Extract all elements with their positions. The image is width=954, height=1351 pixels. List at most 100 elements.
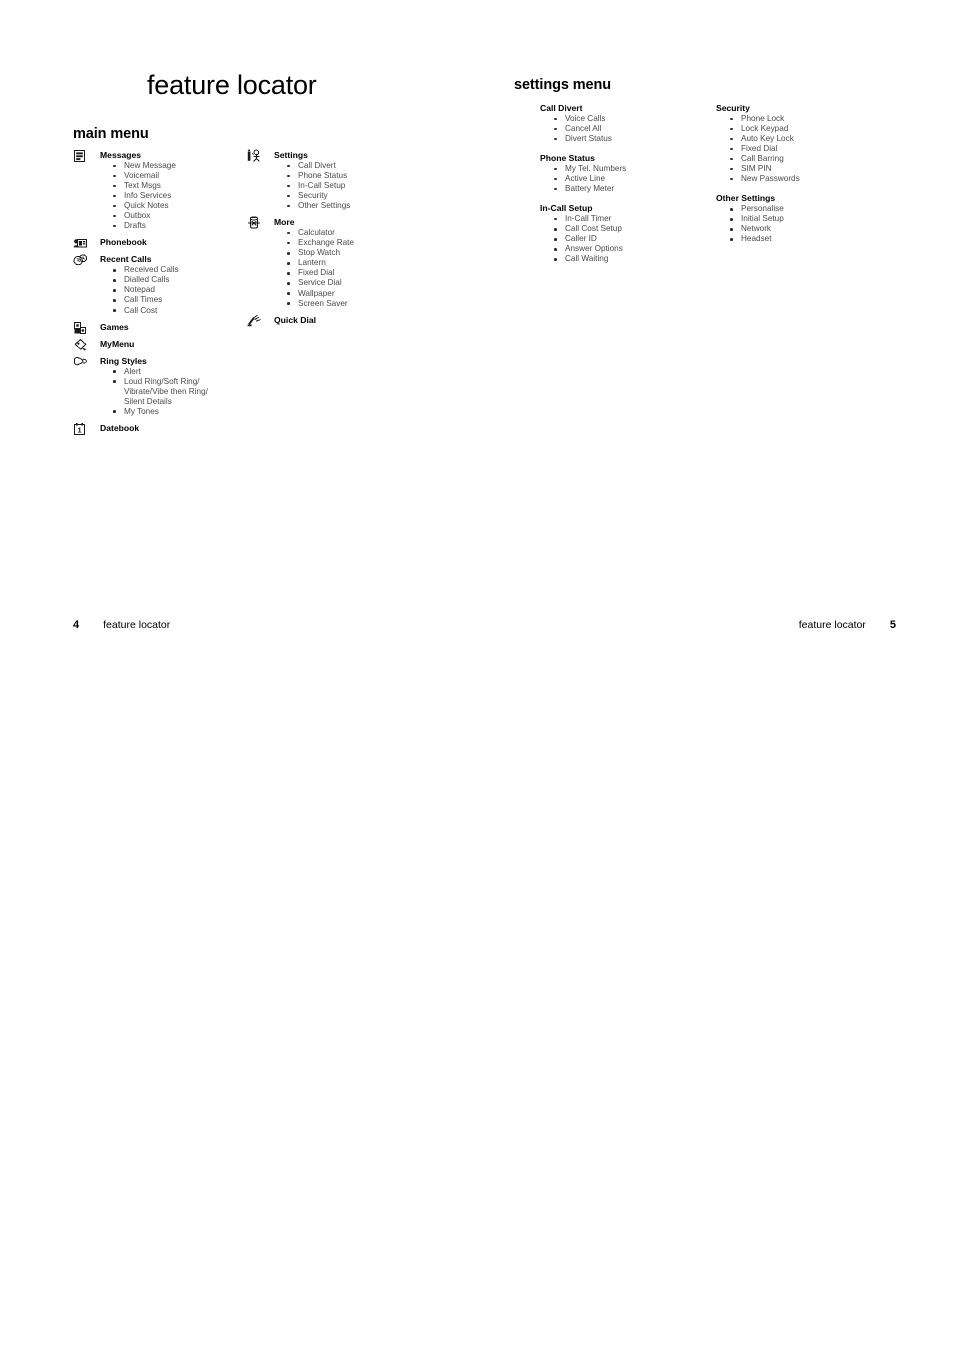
menu-entry: Ring Styles Alert Loud Ring/Soft Ring/ Vib… — [73, 356, 243, 417]
menu-sub-items: Personalise Initial Setup Network Headset — [716, 204, 896, 244]
menu-entry: Phonebook — [73, 237, 243, 248]
footer-label-right: feature locator — [798, 619, 866, 631]
menu-sub-item: Calculator — [285, 228, 422, 238]
menu-sub-item: In-Call Setup — [285, 181, 422, 191]
document-page: feature locator main menu settings menu … — [0, 0, 954, 1351]
footer-right: feature locator 5 — [799, 619, 896, 631]
menu-sub-item: Caller ID — [552, 234, 710, 244]
menu-sub-item: SIM PIN — [728, 164, 896, 174]
menu-sub-items: Calculator Exchange Rate Stop Watch Lantern… — [247, 228, 422, 308]
menu-sub-items: Alert Loud Ring/Soft Ring/ Vibrate/Vibe t… — [73, 367, 243, 417]
menu-sub-item: Loud Ring/Soft Ring/ Vibrate/Vibe then R… — [111, 377, 243, 407]
page-number-right: 5 — [889, 619, 896, 631]
menu-sub-item: Call Barring — [728, 154, 896, 164]
menu-entry: Messages New Message Voicemail Text Msgs Inf… — [73, 150, 243, 231]
menu-entry: Games — [73, 321, 243, 334]
menu-sub-items: In-Call Timer Call Cost Setup Caller ID Ans… — [540, 214, 710, 264]
menu-sub-item: My Tones — [111, 407, 243, 417]
menu-entry-label: Phonebook — [100, 237, 147, 248]
menu-sub-item: Stop Watch — [285, 248, 422, 258]
menu-sub-item: Call Waiting — [552, 254, 710, 264]
menu-entry-label: Ring Styles — [100, 355, 147, 366]
menu-entry: Settings Call Divert Phone Status In-Call S… — [247, 149, 422, 211]
menu-sub-items: Call Divert Phone Status In-Call Setup Secu… — [247, 161, 422, 211]
menu-sub-item: Call Cost Setup — [552, 224, 710, 234]
menu-entry-label: Security — [716, 103, 750, 113]
menu-sub-item: Info Services — [111, 191, 243, 201]
menu-sub-item: Call Times — [111, 295, 243, 305]
menu-sub-item: Drafts — [111, 221, 243, 231]
menu-sub-item: Alert — [111, 367, 243, 377]
menu-sub-item: Voice Calls — [552, 114, 710, 124]
menu-sub-items: Voice Calls Cancel All Divert Status — [540, 114, 710, 144]
menu-sub-item: Screen Saver — [285, 299, 422, 309]
menu-sub-item: Security — [285, 191, 422, 201]
menu-entry-label: Datebook — [100, 422, 140, 433]
menu-entry-label: Games — [100, 321, 129, 332]
menu-sub-item: Divert Status — [552, 134, 710, 144]
menu-sub-item: Answer Options — [552, 244, 710, 254]
menu-entry-label: Phone Status — [540, 153, 595, 164]
menu-sub-item: Auto Key Lock — [728, 134, 896, 144]
menu-sub-item: Phone Lock — [728, 114, 896, 124]
menu-sub-item: New Message — [111, 161, 243, 171]
settings-menu-column-right: Security Phone Lock Lock Keypad Auto Key Lo… — [716, 103, 896, 254]
menu-sub-item: Wallpaper — [285, 289, 422, 299]
menu-sub-item: Fixed Dial — [285, 268, 422, 278]
menu-entry: In-Call Setup In-Call Timer Call Cost Setu… — [540, 203, 710, 264]
menu-sub-item: New Passwords — [728, 174, 896, 184]
menu-sub-item: Call Divert — [285, 161, 422, 171]
menu-sub-item: Network — [728, 224, 896, 234]
settings-menu-column-left: Call Divert Voice Calls Cancel All Divert S… — [540, 103, 710, 274]
menu-sub-item: Outbox — [111, 211, 243, 221]
menu-sub-item: My Tel. Numbers — [552, 164, 710, 174]
menu-sub-items: New Message Voicemail Text Msgs Info Servic… — [73, 161, 243, 231]
menu-sub-item: Call Cost — [111, 306, 243, 316]
page-number-left: 4 — [73, 619, 80, 631]
menu-sub-item: Fixed Dial — [728, 144, 896, 154]
menu-entry: 1 Datebook — [73, 422, 243, 435]
menu-sub-item: Dialled Calls — [111, 275, 243, 285]
menu-sub-items: Received Calls Dialled Calls Notepad Call T… — [73, 265, 243, 315]
menu-sub-item: Active Line — [552, 174, 710, 184]
menu-entry-label: Other Settings — [716, 193, 776, 204]
menu-entry-label: MyMenu — [100, 338, 135, 349]
menu-entry: Quick Dial — [247, 314, 422, 326]
menu-sub-items: Phone Lock Lock Keypad Auto Key Lock Fixed … — [716, 114, 896, 184]
menu-entry-label: Quick Dial — [274, 314, 317, 325]
settings-menu-heading: settings menu — [514, 77, 611, 93]
menu-entry: More Calculator Exchange Rate Stop Watch Lan… — [247, 216, 422, 308]
menu-entry-label: Settings — [274, 150, 308, 160]
menu-entry: MyMenu — [73, 338, 243, 351]
menu-sub-item: Text Msgs — [111, 181, 243, 191]
menu-sub-item: Exchange Rate — [285, 238, 422, 248]
menu-entry-label: Recent Calls — [100, 254, 152, 265]
main-menu-column-right: Settings Call Divert Phone Status In-Call S… — [247, 149, 422, 332]
menu-sub-item: Service Dial — [285, 278, 422, 288]
menu-sub-item: Cancel All — [552, 124, 710, 134]
menu-sub-item: Notepad — [111, 285, 243, 295]
menu-sub-item: Phone Status — [285, 171, 422, 181]
menu-sub-item: Received Calls — [111, 265, 243, 275]
menu-sub-item: Other Settings — [285, 201, 422, 211]
chapter-title: feature locator — [147, 70, 317, 100]
menu-sub-item: Voicemail — [111, 171, 243, 181]
menu-sub-item: Personalise — [728, 204, 896, 214]
menu-entry: Other Settings Personalise Initial Setup Ne… — [716, 193, 896, 244]
menu-sub-item: Lantern — [285, 258, 422, 268]
menu-entry: Call Divert Voice Calls Cancel All Divert S… — [540, 103, 710, 144]
menu-entry: Recent Calls Received Calls Dialled Calls N… — [73, 254, 243, 315]
menu-entry-label: Call Divert — [540, 103, 583, 113]
menu-sub-item: Initial Setup — [728, 214, 896, 224]
footer-left: 4 feature locator — [73, 619, 170, 631]
main-menu-heading: main menu — [73, 126, 149, 142]
menu-entry: Phone Status My Tel. Numbers Active Line Ba… — [540, 153, 710, 194]
menu-sub-item: Quick Notes — [111, 201, 243, 211]
menu-entry: Security Phone Lock Lock Keypad Auto Key Lo… — [716, 103, 896, 184]
menu-entry-label: Messages — [100, 150, 142, 160]
menu-sub-items: My Tel. Numbers Active Line Battery Meter — [540, 164, 710, 194]
main-menu-column-left: Messages New Message Voicemail Text Msgs Inf… — [73, 150, 243, 440]
footer-label-left: feature locator — [103, 619, 171, 631]
menu-sub-item: Lock Keypad — [728, 124, 896, 134]
menu-entry-label: In-Call Setup — [540, 203, 593, 214]
